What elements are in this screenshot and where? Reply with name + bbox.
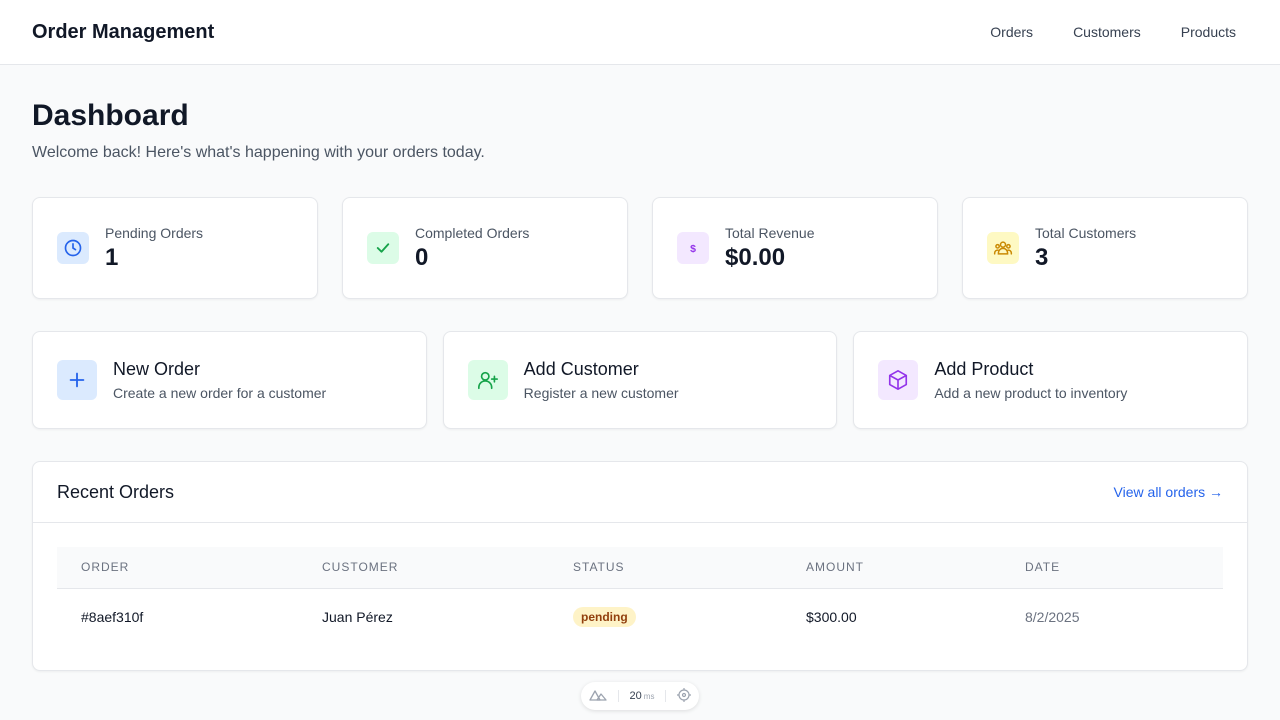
stats-row: Pending Orders 1 Completed Orders 0 $ To… bbox=[32, 197, 1248, 299]
svg-text:$: $ bbox=[690, 243, 696, 255]
column-header-customer: CUSTOMER bbox=[298, 547, 549, 589]
stat-card-total-revenue: $ Total Revenue $0.00 bbox=[652, 197, 938, 299]
action-description: Add a new product to inventory bbox=[934, 385, 1128, 401]
column-header-status: STATUS bbox=[549, 547, 782, 589]
stat-card-completed-orders: Completed Orders 0 bbox=[342, 197, 628, 299]
action-description: Create a new order for a customer bbox=[113, 385, 327, 401]
toolbar-divider bbox=[617, 690, 619, 702]
quick-actions: New Order Create a new order for a custo… bbox=[32, 331, 1249, 429]
stat-label: Total Revenue bbox=[725, 225, 815, 241]
app-title: Order Management bbox=[32, 20, 215, 43]
date-cell: 8/2/2025 bbox=[1025, 609, 1080, 626]
status-badge: pending bbox=[573, 607, 636, 628]
stat-label: Completed Orders bbox=[415, 225, 530, 241]
nav-products[interactable]: Products bbox=[1169, 16, 1248, 48]
stat-value: $0.00 bbox=[725, 244, 786, 271]
dev-toolbar: 20 ms bbox=[581, 682, 699, 710]
stat-label: Pending Orders bbox=[105, 225, 204, 241]
table-header-row: ORDER CUSTOMER STATUS AMOUNT DATE bbox=[57, 547, 1223, 589]
user-plus-icon bbox=[467, 360, 508, 400]
action-title: New Order bbox=[113, 359, 201, 379]
nav-customers[interactable]: Customers bbox=[1061, 16, 1153, 48]
customer-cell: Juan Pérez bbox=[322, 609, 393, 626]
recent-orders-title: Recent Orders bbox=[57, 481, 175, 502]
render-time-unit: ms bbox=[643, 692, 655, 701]
recent-orders-table: ORDER CUSTOMER STATUS AMOUNT DATE #8aef3… bbox=[57, 547, 1223, 646]
cube-icon bbox=[878, 360, 919, 400]
add-product-button[interactable]: Add Product Add a new product to invento… bbox=[853, 331, 1249, 429]
users-icon bbox=[987, 232, 1019, 264]
page-subtitle: Welcome back! Here's what's happening wi… bbox=[32, 144, 485, 161]
table-row[interactable]: #8aef310f Juan Pérez pending $300.00 8/2… bbox=[57, 588, 1223, 646]
plus-icon bbox=[57, 360, 97, 400]
column-header-date: DATE bbox=[1001, 547, 1223, 589]
stat-value: 3 bbox=[1035, 244, 1049, 271]
toolbar-divider bbox=[665, 690, 667, 702]
render-time: 20 ms bbox=[630, 690, 655, 702]
action-description: Register a new customer bbox=[523, 385, 679, 401]
amount-cell: $300.00 bbox=[806, 609, 857, 626]
top-navbar: Order Management Orders Customers Produc… bbox=[0, 0, 1280, 65]
nav-orders[interactable]: Orders bbox=[978, 16, 1045, 48]
view-all-orders-link[interactable]: View all orders → bbox=[1114, 484, 1223, 500]
check-icon bbox=[367, 232, 399, 264]
render-time-value: 20 bbox=[629, 690, 642, 702]
clock-icon bbox=[57, 232, 89, 264]
action-title: Add Product bbox=[934, 359, 1034, 379]
stat-card-total-customers: Total Customers 3 bbox=[962, 197, 1248, 299]
status-cell: pending bbox=[549, 588, 782, 646]
stat-card-pending-orders: Pending Orders 1 bbox=[32, 197, 318, 299]
main-content: Dashboard Welcome back! Here's what's ha… bbox=[0, 65, 1280, 671]
stat-value: 0 bbox=[415, 244, 429, 271]
crosshair-icon[interactable] bbox=[676, 687, 691, 705]
dollar-icon: $ bbox=[677, 232, 709, 264]
column-header-amount: AMOUNT bbox=[782, 547, 1001, 589]
column-header-order: ORDER bbox=[57, 547, 298, 589]
recent-orders-panel: Recent Orders View all orders → ORDER CU… bbox=[32, 461, 1248, 671]
recent-orders-header: Recent Orders View all orders → bbox=[33, 462, 1247, 523]
stat-label: Total Customers bbox=[1035, 225, 1137, 241]
framework-logo-icon[interactable] bbox=[589, 689, 607, 704]
page-title: Dashboard bbox=[32, 99, 189, 132]
action-title: Add Customer bbox=[523, 359, 639, 379]
stat-value: 1 bbox=[105, 244, 119, 271]
order-id-cell[interactable]: #8aef310f bbox=[57, 588, 298, 646]
add-customer-button[interactable]: Add Customer Register a new customer bbox=[442, 331, 838, 429]
new-order-button[interactable]: New Order Create a new order for a custo… bbox=[32, 331, 427, 429]
main-nav: Orders Customers Products bbox=[978, 16, 1248, 48]
